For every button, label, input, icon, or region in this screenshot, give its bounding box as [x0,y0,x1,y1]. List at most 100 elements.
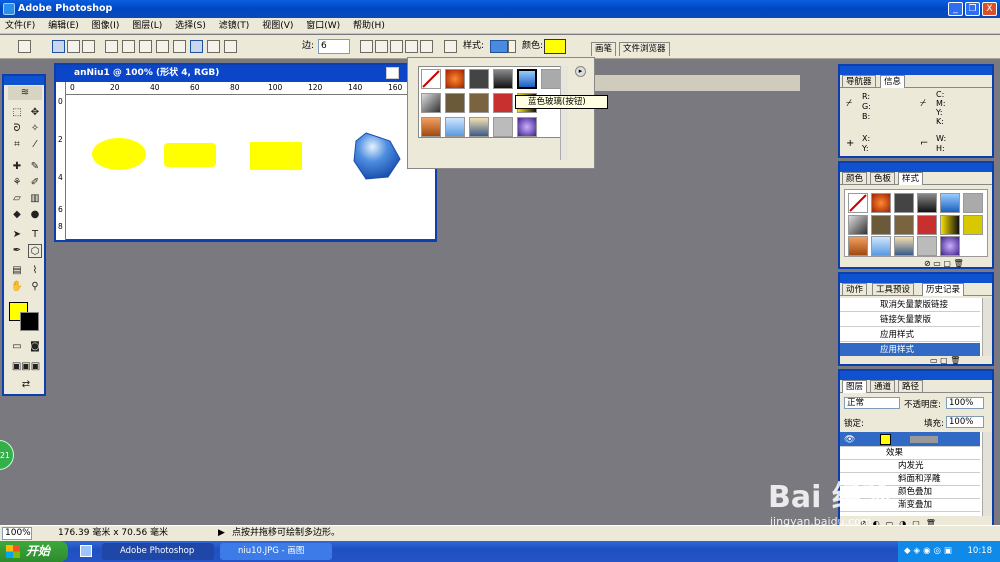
style-swatch[interactable] [469,93,489,113]
blur-tool-icon[interactable]: ◆ [10,208,24,222]
history-item[interactable]: 取消矢量蒙版链接 [840,298,980,312]
rectangle-tool-icon[interactable] [139,40,152,53]
style-swatch[interactable] [469,69,489,89]
style-swatch[interactable] [445,69,465,89]
style-swatch-blue-glass[interactable] [517,69,537,89]
tab-navigator[interactable]: 导航器 [842,75,876,88]
show-desktop-icon[interactable] [80,545,92,557]
menu-view[interactable]: 视图(V) [257,18,298,34]
path-select-icon[interactable]: ➤ [10,228,24,242]
new-shape-area-icon[interactable] [360,40,373,53]
style-swatch[interactable] [445,93,465,113]
intersect-shape-area-icon[interactable] [405,40,418,53]
style-swatch[interactable] [871,215,891,235]
history-scrollbar[interactable] [982,298,992,356]
history-brush-icon[interactable]: ✐ [28,176,42,190]
style-picker-button[interactable] [490,40,508,53]
history-panel-buttons[interactable]: ▭ ▢ 🗑 [930,356,960,365]
style-swatch[interactable] [445,117,465,137]
tab-color[interactable]: 颜色 [842,172,868,185]
fill-input[interactable]: 100% [946,416,984,428]
style-swatch[interactable] [917,236,937,256]
zoom-field[interactable]: 100% [2,527,32,540]
rounded-rectangle-icon[interactable] [156,40,169,53]
exclude-shape-area-icon[interactable] [420,40,433,53]
style-swatch[interactable] [894,215,914,235]
tool-preset-picker[interactable] [18,40,31,53]
tab-tool-presets[interactable]: 工具预设 [872,283,915,296]
healing-brush-icon[interactable]: ✚ [10,160,24,174]
style-popup-menu-icon[interactable]: ▸ [575,66,586,77]
style-none-swatch[interactable] [848,193,868,213]
menu-edit[interactable]: 编辑(E) [43,18,84,34]
layer-row-shape[interactable]: 👁 [840,432,980,447]
doc-minimize-button[interactable] [386,67,399,79]
clock[interactable]: 10:18 [968,546,993,556]
style-swatch[interactable] [517,117,537,137]
style-swatch[interactable] [963,215,983,235]
polygon-tool-icon[interactable]: ⬡ [28,244,42,258]
yellow-ellipse-shape[interactable] [92,138,146,170]
menu-file[interactable]: 文件(F) [0,18,40,34]
style-swatch[interactable] [894,193,914,213]
crop-tool-icon[interactable]: ⌗ [10,138,24,152]
yellow-rect-shape[interactable] [250,142,302,170]
background-color-swatch[interactable] [20,312,39,331]
blend-mode-select[interactable]: 正常 [844,397,900,409]
jump-to-imageready-icon[interactable]: ⇄ [8,378,44,392]
brush-tool-icon[interactable]: ✎ [28,160,42,174]
style-swatch[interactable] [917,193,937,213]
tab-channels[interactable]: 通道 [870,380,896,393]
close-button[interactable]: X [982,2,997,16]
menu-select[interactable]: 选择(S) [170,18,211,34]
marquee-tool-icon[interactable]: ⬚ [10,106,24,120]
magic-wand-icon[interactable]: ✧ [28,122,42,136]
line-tool-icon[interactable] [207,40,220,53]
subtract-shape-area-icon[interactable] [390,40,403,53]
shape-color-swatch[interactable] [544,39,566,54]
restore-button[interactable]: ❐ [965,2,980,16]
style-swatch[interactable] [848,236,868,256]
clone-stamp-icon[interactable]: ⚘ [10,176,24,190]
style-swatch[interactable] [541,69,561,89]
move-tool-icon[interactable]: ✥ [28,106,42,120]
blue-glass-hexagon-shape[interactable] [353,132,401,180]
screen-mode-icons[interactable]: ▣▣▣ [8,360,44,374]
hand-tool-icon[interactable]: ✋ [10,280,24,294]
taskbar-item-photoshop[interactable]: Adobe Photoshop [102,543,214,560]
style-dropdown-arrow[interactable] [508,40,516,53]
style-swatch[interactable] [493,69,513,89]
side-badge[interactable]: 21 [0,440,14,470]
document-canvas[interactable] [66,95,435,239]
quick-mask-icon[interactable]: ◙ [28,340,42,354]
menu-window[interactable]: 窗口(W) [301,18,345,34]
style-swatch[interactable] [469,117,489,137]
standard-mode-icon[interactable]: ▭ [10,340,24,354]
start-button[interactable]: 开始 [0,541,68,562]
eyedropper-icon[interactable]: ⌇ [28,264,42,278]
type-tool-icon[interactable]: T [28,228,42,242]
slice-tool-icon[interactable]: ⁄ [28,138,42,152]
opacity-input[interactable]: 100% [946,397,984,409]
tab-history[interactable]: 历史记录 [922,283,965,296]
layers-scrollbar[interactable] [982,432,992,516]
sides-input[interactable]: 6 [318,39,350,54]
style-swatch[interactable] [871,236,891,256]
zoom-tool-icon[interactable]: ⚲ [28,280,42,294]
palette-tab-file-browser[interactable]: 文件浏览器 [619,42,670,56]
tab-paths[interactable]: 路径 [898,380,924,393]
lasso-tool-icon[interactable]: ᘐ [10,122,24,136]
doc-size-readout[interactable]: 176.39 毫米 x 70.56 毫米 [58,526,168,541]
tab-layers[interactable]: 图层 [842,380,868,393]
minimize-button[interactable]: _ [948,2,963,16]
link-icon[interactable] [444,40,457,53]
style-none-swatch[interactable] [421,69,441,89]
fill-pixels-button[interactable] [82,40,95,53]
history-item[interactable]: 应用样式 [840,328,980,342]
style-swatch[interactable] [871,193,891,213]
ellipse-tool-icon[interactable] [173,40,186,53]
menu-layer[interactable]: 图层(L) [127,18,167,34]
style-swatch[interactable] [940,215,960,235]
palette-tab-brushes[interactable]: 画笔 [591,42,617,56]
style-swatch[interactable] [963,193,983,213]
